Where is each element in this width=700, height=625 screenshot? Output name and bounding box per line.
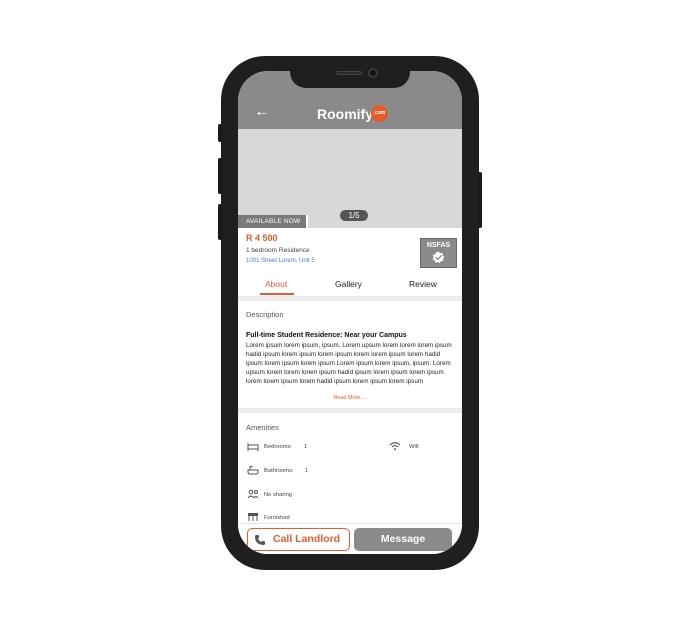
people-icon <box>247 489 259 499</box>
furniture-icon <box>248 513 258 521</box>
wifi-label: Wifi <box>409 444 419 450</box>
volume-up-button <box>218 158 222 194</box>
front-camera <box>368 68 378 78</box>
call-landlord-label: Call Landlord <box>273 533 341 545</box>
no-sharing-label: No sharing <box>264 492 293 498</box>
power-button <box>478 172 482 228</box>
amenities-label: Amenities <box>246 423 279 432</box>
active-tab-indicator <box>260 293 294 295</box>
wifi-icon <box>389 442 401 451</box>
nsfas-label: NSFAS <box>426 242 451 249</box>
phone-notch <box>290 56 410 88</box>
section-divider <box>238 408 462 413</box>
bathtub-icon <box>247 466 259 475</box>
nsfas-badge: NSFAS <box>420 238 457 268</box>
arrow-left-icon[interactable]: ← <box>254 104 270 120</box>
tab-bar: About Gallery Review <box>238 276 462 296</box>
tab-about[interactable]: About <box>265 279 287 289</box>
availability-badge: AVAILABLE NOW <box>238 215 308 228</box>
app-screen: ← Roomify .com 1/5 AVAILABLE NOW R 4 500… <box>238 71 462 554</box>
section-divider <box>238 296 462 301</box>
brand-logo-text: Roomify <box>317 106 373 122</box>
message-button[interactable]: Message <box>354 528 452 551</box>
phone-icon <box>255 535 265 545</box>
silent-switch <box>218 124 222 142</box>
listing-address[interactable]: 1001 Street Lorem, Unit 5 <box>246 258 315 264</box>
description-body: Lorem ipsum lorem ipsum, ipsum. Lorem up… <box>246 342 452 385</box>
speaker-grille <box>336 71 362 75</box>
call-landlord-button[interactable]: Call Landlord <box>247 528 350 551</box>
bedrooms-value: 1 <box>304 444 308 450</box>
listing-type: 1 bedroom Residence <box>246 247 310 254</box>
furnished-label: Furnished <box>264 515 290 521</box>
brand-badge-icon: .com <box>371 105 388 122</box>
bedrooms-label: Bedrooms: <box>264 444 293 450</box>
listing-price: R 4 500 <box>246 233 278 243</box>
action-bar: Call Landlord Message <box>238 523 462 554</box>
tab-review[interactable]: Review <box>409 279 437 289</box>
photo-counter: 1/5 <box>340 210 368 221</box>
description-heading: Full-time Student Residence: Near your C… <box>246 332 407 339</box>
read-more-link[interactable]: Read More.... <box>238 395 462 401</box>
description-label: Description <box>246 310 284 319</box>
volume-down-button <box>218 204 222 240</box>
verified-check-icon <box>432 251 445 264</box>
tab-gallery[interactable]: Gallery <box>335 279 362 289</box>
bed-icon <box>247 443 259 451</box>
bathrooms-label: Bathrooms: <box>264 468 294 474</box>
bathrooms-value: 1 <box>305 468 309 474</box>
listing-photo[interactable]: 1/5 AVAILABLE NOW <box>238 129 462 228</box>
